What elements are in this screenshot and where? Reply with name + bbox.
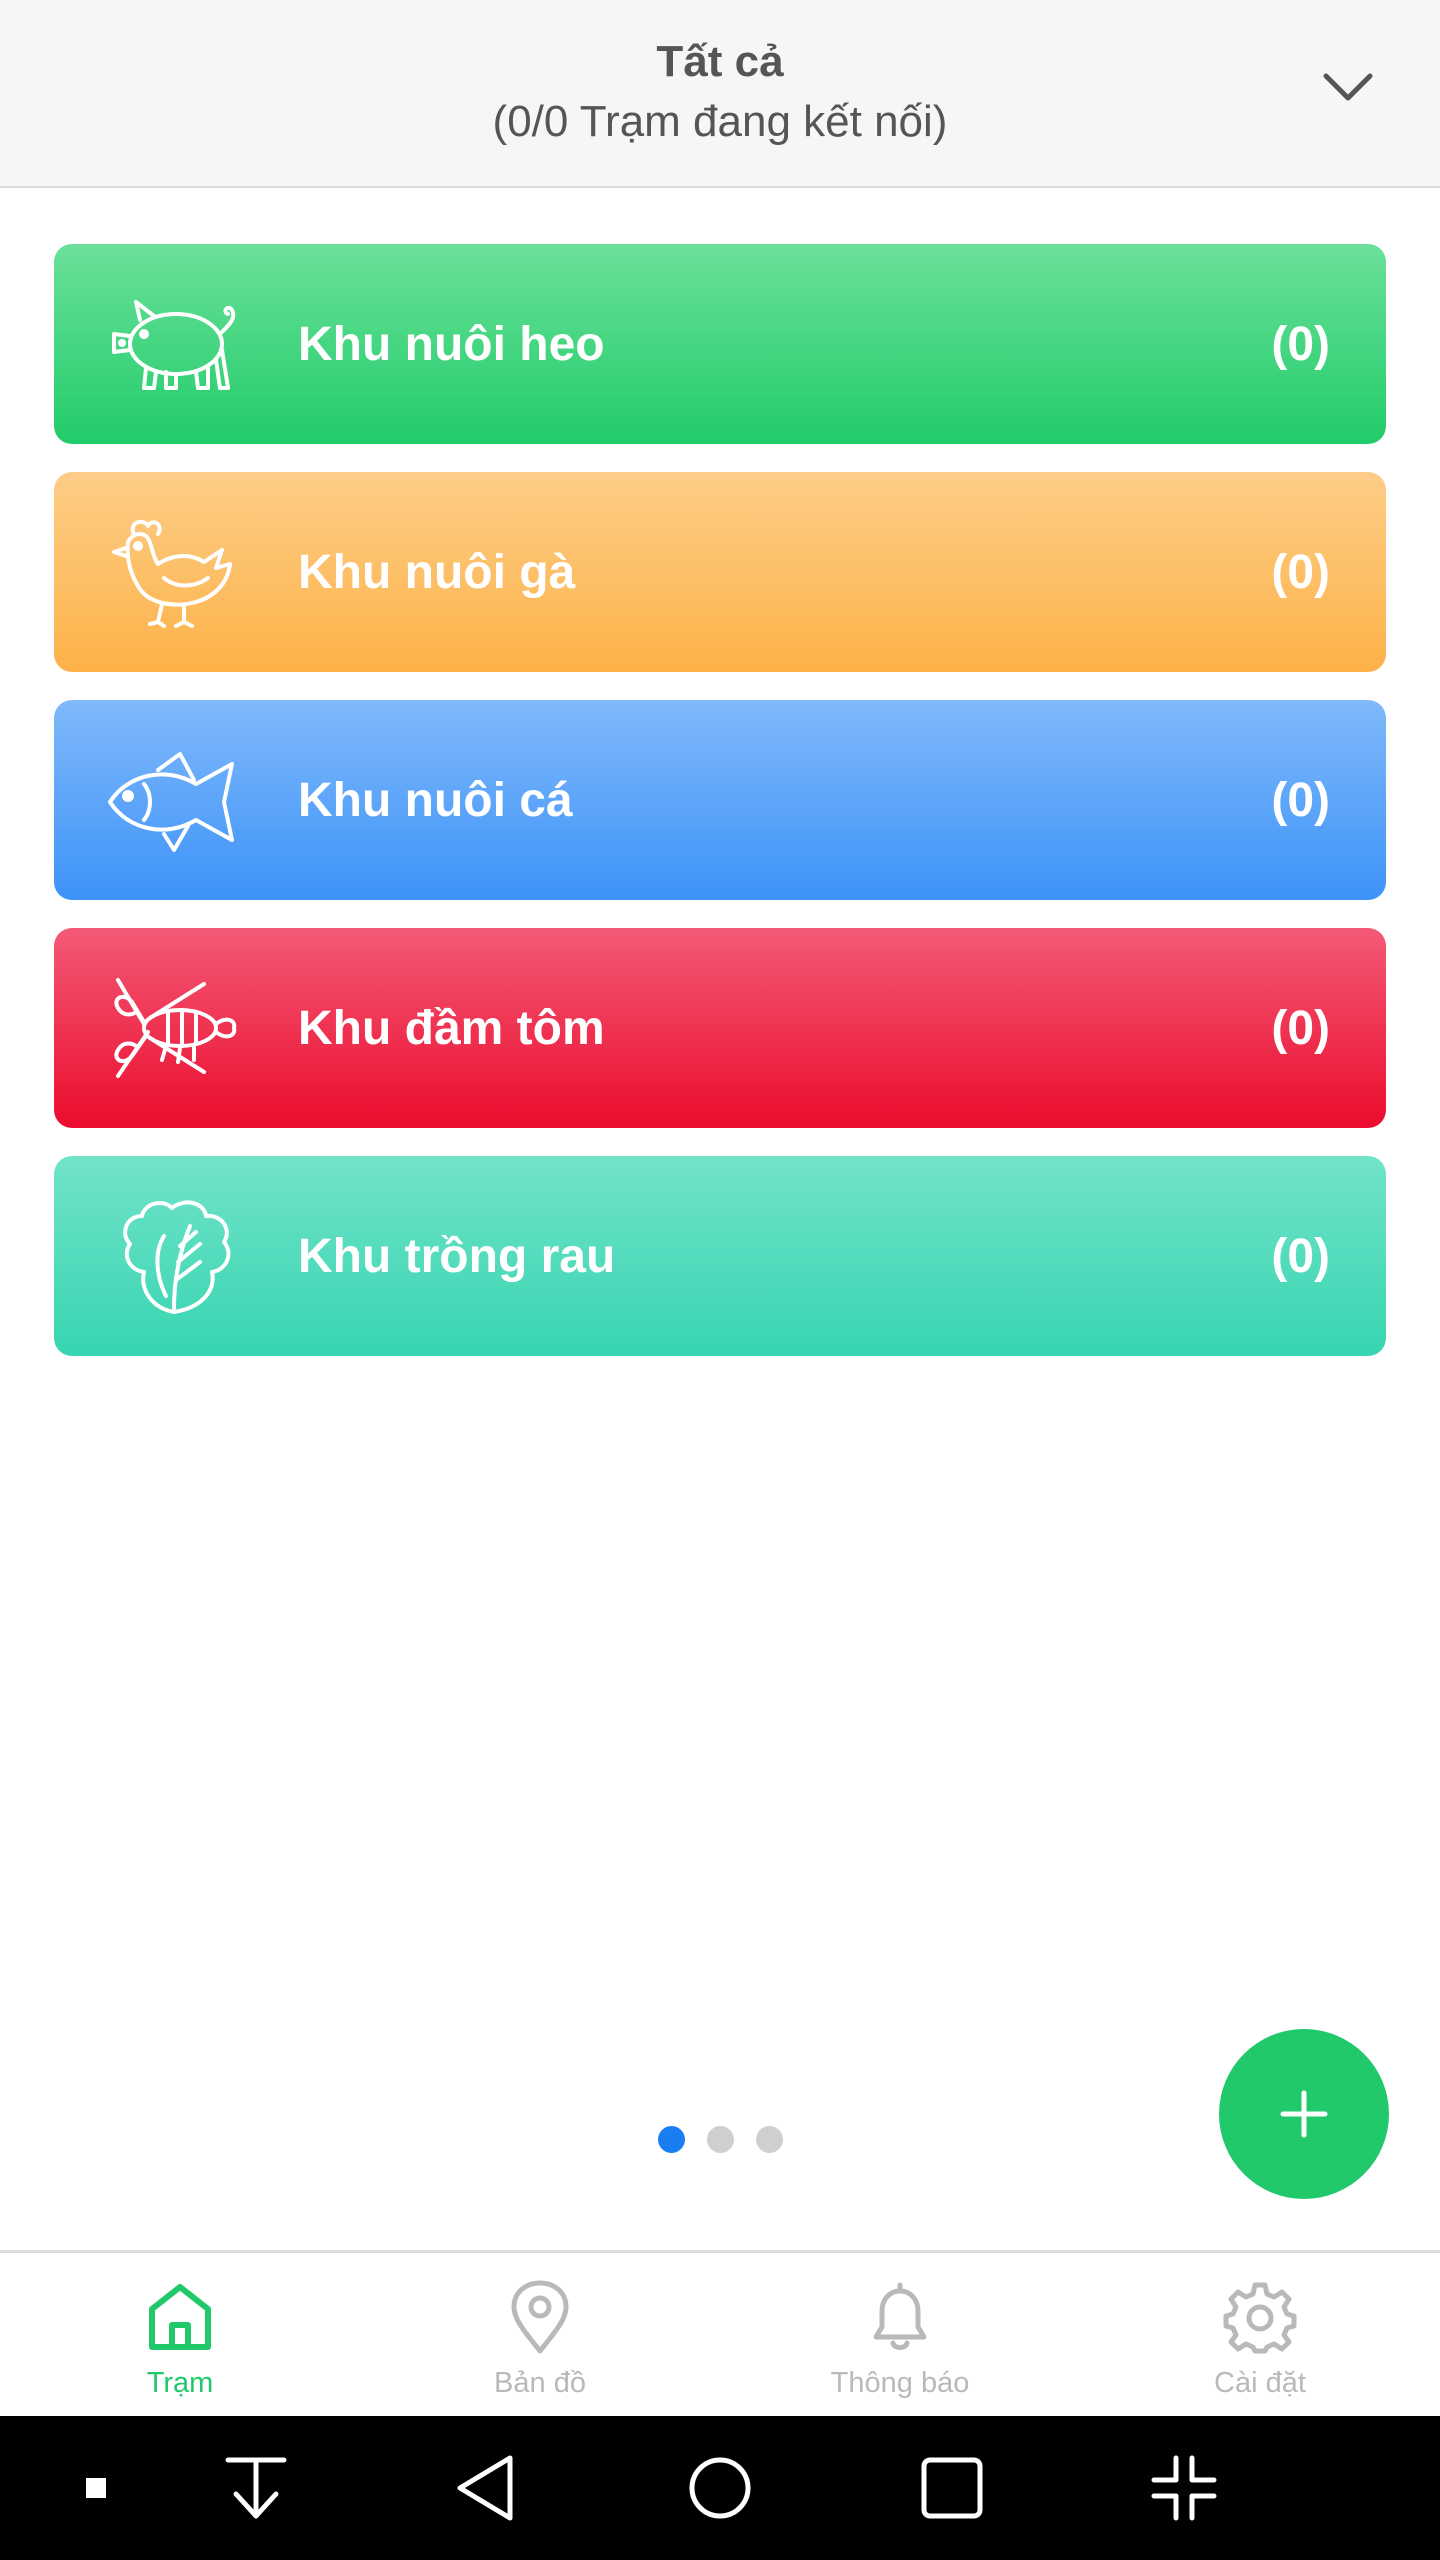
tab-notifications[interactable]: Thông báo [720, 2253, 1080, 2416]
zone-count: (0) [1271, 1229, 1330, 1283]
connected-stations-status: (0/0 Trạm đang kết nối) [492, 97, 948, 146]
collapse-icon[interactable] [1142, 2446, 1226, 2530]
station-filter-header[interactable]: Tất cả (0/0 Trạm đang kết nối) [0, 0, 1440, 188]
tab-label: Thông báo [830, 2367, 970, 2399]
zone-name: Khu nuôi cá [298, 773, 573, 827]
plus-icon [1280, 2090, 1328, 2138]
bottom-tab-bar: Trạm Bản đồ Thông báo Cài đặt [0, 2250, 1440, 2416]
add-station-button[interactable] [1219, 2029, 1389, 2199]
zone-name: Khu trồng rau [298, 1229, 616, 1283]
tab-stations[interactable]: Trạm [0, 2253, 360, 2416]
zone-name: Khu đầm tôm [298, 1001, 605, 1055]
stop-icon[interactable] [54, 2446, 138, 2530]
zone-count: (0) [1271, 1001, 1330, 1055]
gear-icon [1223, 2282, 1297, 2354]
back-icon[interactable] [446, 2446, 530, 2530]
zone-count: (0) [1271, 773, 1330, 827]
home-icon [149, 2284, 211, 2350]
zone-card-vegetable[interactable]: Khu trồng rau (0) [54, 1156, 1386, 1356]
zone-count: (0) [1271, 545, 1330, 599]
home-circle-icon[interactable] [678, 2446, 762, 2530]
zone-card-chicken[interactable]: Khu nuôi gà (0) [54, 472, 1386, 672]
zone-card-shrimp[interactable]: Khu đầm tôm (0) [54, 928, 1386, 1128]
vegetable-icon [123, 1200, 231, 1314]
tab-label: Trạm [146, 2367, 214, 2399]
page-dot[interactable] [755, 2126, 783, 2153]
zone-count: (0) [1271, 317, 1330, 371]
page-dot-active[interactable] [657, 2126, 685, 2153]
tab-map[interactable]: Bản đồ [360, 2253, 720, 2416]
zone-list: Khu nuôi heo (0) Khu nuôi gà (0) Khu nuô… [54, 244, 1386, 1384]
bell-icon [873, 2282, 927, 2350]
page-dot[interactable] [706, 2126, 734, 2153]
zone-name: Khu nuôi heo [298, 317, 605, 371]
download-icon[interactable] [214, 2446, 298, 2530]
tab-label: Cài đặt [1214, 2367, 1306, 2399]
shrimp-icon [114, 978, 237, 1078]
tab-label: Bản đồ [494, 2367, 586, 2399]
chevron-down-icon[interactable] [1320, 68, 1376, 108]
zone-name: Khu nuôi gà [298, 545, 576, 599]
zone-card-fish[interactable]: Khu nuôi cá (0) [54, 700, 1386, 900]
system-navigation-bar [0, 2416, 1440, 2560]
fish-icon [108, 752, 234, 852]
map-pin-icon [511, 2280, 569, 2354]
tab-settings[interactable]: Cài đặt [1080, 2253, 1440, 2416]
zone-card-pig[interactable]: Khu nuôi heo (0) [54, 244, 1386, 444]
recents-icon[interactable] [910, 2446, 994, 2530]
chicken-icon [112, 519, 232, 628]
filter-title: Tất cả [656, 37, 784, 86]
pig-icon [112, 300, 236, 390]
